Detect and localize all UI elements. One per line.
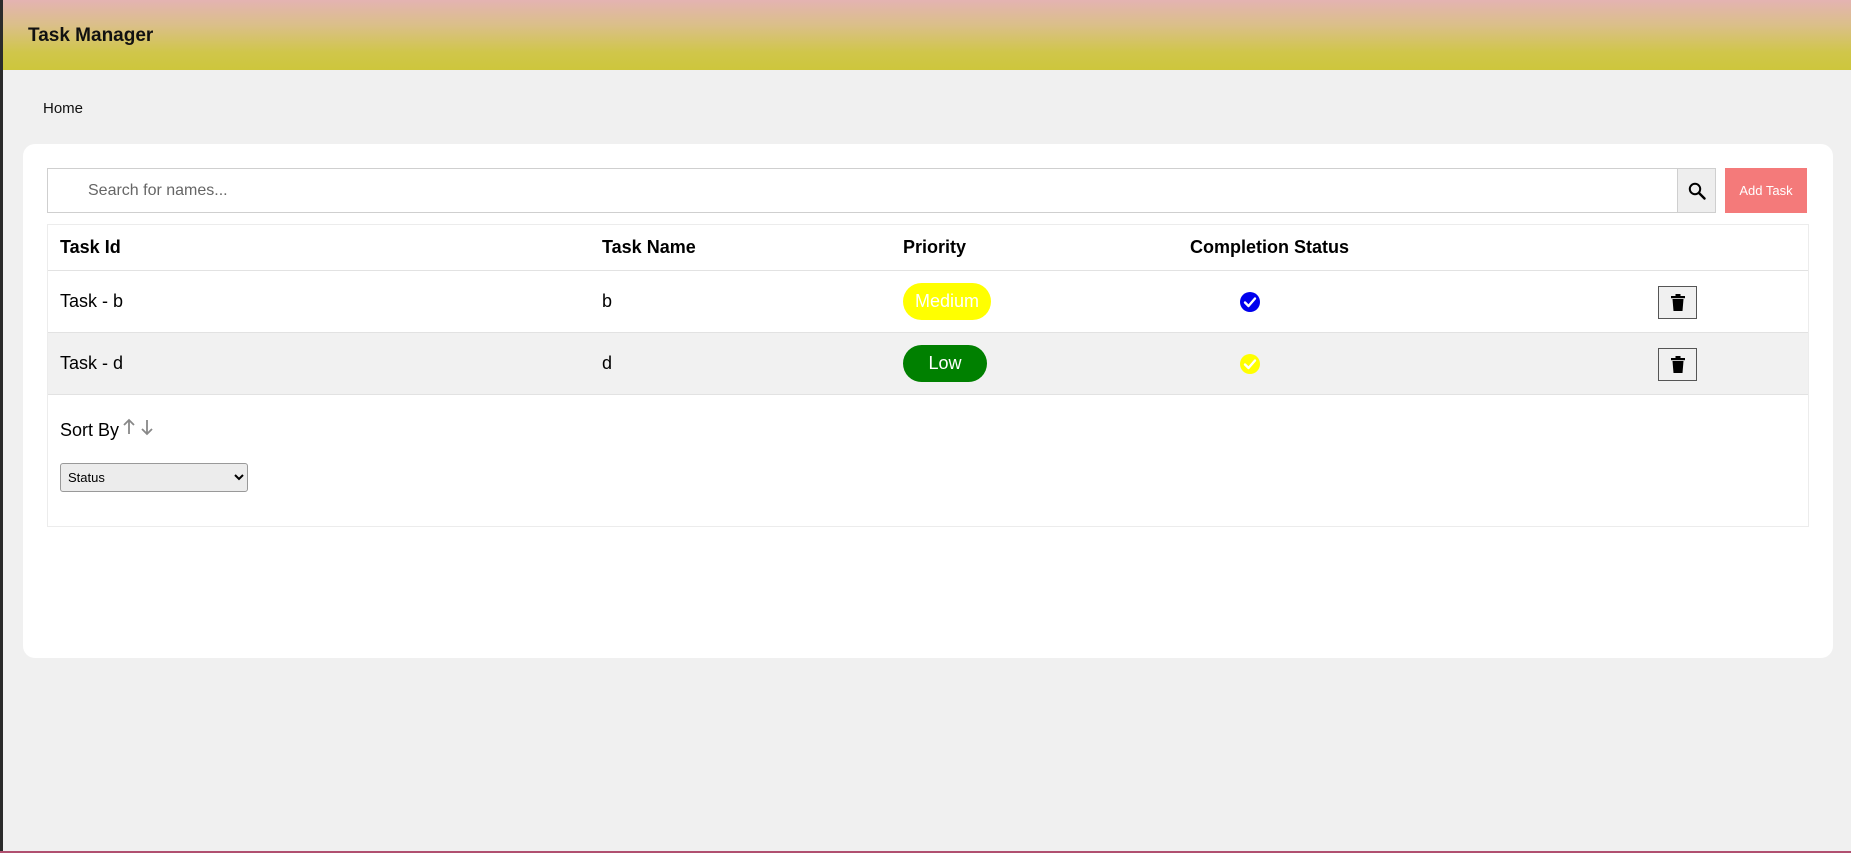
breadcrumb-home[interactable]: Home [43, 100, 83, 117]
task-table: Task Id Task Name Priority Completion St… [47, 224, 1809, 527]
delete-task-button[interactable] [1658, 285, 1697, 319]
priority-cell: Low [903, 333, 987, 394]
task-id-cell: Task - b [60, 291, 124, 311]
task-name-cell: d [602, 353, 613, 373]
app-header: Task Manager [3, 0, 1851, 70]
delete-task-button[interactable] [1658, 347, 1697, 381]
priority-badge-low: Low [903, 345, 987, 382]
header-task-name[interactable]: Task Name [602, 225, 696, 270]
table-row[interactable]: Task - b b Medium [48, 271, 1808, 333]
table-header-row: Task Id Task Name Priority Completion St… [48, 225, 1808, 271]
search-input[interactable] [47, 168, 1678, 213]
priority-badge-medium: Medium [903, 283, 991, 320]
sort-direction-controls [122, 418, 154, 436]
header-priority[interactable]: Priority [903, 225, 966, 270]
arrow-up-icon[interactable] [122, 418, 136, 436]
search-button[interactable] [1677, 168, 1716, 213]
check-circle-icon[interactable] [1240, 291, 1260, 312]
window-left-edge [0, 0, 3, 853]
trash-icon [1670, 355, 1685, 373]
task-name-cell: b [602, 291, 613, 311]
search-icon [1688, 182, 1706, 200]
add-task-button[interactable]: Add Task [1725, 168, 1807, 213]
header-task-id[interactable]: Task Id [60, 225, 121, 270]
priority-cell: Medium [903, 271, 991, 332]
task-card: Add Task Task Id Task Name Priority Comp… [23, 144, 1833, 658]
arrow-down-icon[interactable] [140, 418, 154, 436]
table-row[interactable]: Task - d d Low [48, 333, 1808, 395]
sort-by-label: Sort By [60, 420, 120, 440]
task-id-cell: Task - d [60, 353, 124, 373]
app-title: Task Manager [28, 25, 154, 46]
trash-icon [1670, 293, 1685, 311]
check-circle-icon[interactable] [1240, 353, 1260, 374]
sort-by-select[interactable]: Status [60, 463, 248, 492]
header-completion-status[interactable]: Completion Status [1190, 225, 1349, 270]
